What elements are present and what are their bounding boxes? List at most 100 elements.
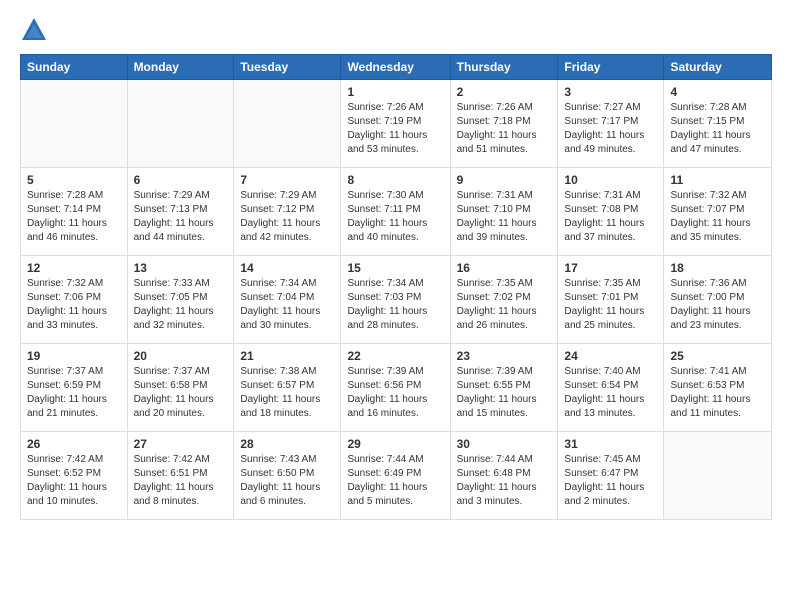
day-cell: 25 Sunrise: 7:41 AM Sunset: 6:53 PM Dayli… [664,344,772,432]
day-cell: 22Sunrise: 7:39 AM Sunset: 6:56 PM Dayli… [341,344,450,432]
day-cell: 18 Sunrise: 7:36 AM Sunset: 7:00 PM Dayli… [664,256,772,344]
day-info: Sunrise: 7:29 AM Sunset: 7:13 PM Dayligh… [134,189,228,245]
day-number: 24 [564,349,657,363]
logo [20,16,52,44]
week-row-3: 12 Sunrise: 7:32 AM Sunset: 7:06 PM Dayli… [21,256,772,344]
day-cell: 29 Sunrise: 7:44 AM Sunset: 6:49 PM Dayli… [341,432,450,520]
day-info: Sunrise: 7:30 AM Sunset: 7:11 PM Dayligh… [347,189,443,245]
day-info: Sunrise: 7:36 AM Sunset: 7:00 PM Dayligh… [670,277,765,333]
header-cell-tuesday: Tuesday [234,55,341,80]
day-info: Sunrise: 7:33 AM Sunset: 7:05 PM Dayligh… [134,277,228,333]
header-cell-saturday: Saturday [664,55,772,80]
day-number: 12 [27,261,121,275]
day-number: 26 [27,437,121,451]
day-number: 13 [134,261,228,275]
calendar-body: 1 Sunrise: 7:26 AM Sunset: 7:19 PM Daylig… [21,80,772,520]
day-number: 10 [564,173,657,187]
page: SundayMondayTuesdayWednesdayThursdayFrid… [0,0,792,540]
day-number: 9 [457,173,552,187]
day-number: 19 [27,349,121,363]
day-info: Sunrise: 7:41 AM Sunset: 6:53 PM Dayligh… [670,365,765,421]
day-number: 20 [134,349,228,363]
day-number: 29 [347,437,443,451]
day-info: Sunrise: 7:44 AM Sunset: 6:48 PM Dayligh… [457,453,552,509]
day-cell: 7Sunrise: 7:29 AM Sunset: 7:12 PM Daylig… [234,168,341,256]
day-number: 7 [240,173,334,187]
day-info: Sunrise: 7:28 AM Sunset: 7:14 PM Dayligh… [27,189,121,245]
calendar-table: SundayMondayTuesdayWednesdayThursdayFrid… [20,54,772,520]
day-info: Sunrise: 7:34 AM Sunset: 7:04 PM Dayligh… [240,277,334,333]
day-number: 28 [240,437,334,451]
day-cell: 20Sunrise: 7:37 AM Sunset: 6:58 PM Dayli… [127,344,234,432]
day-cell [127,80,234,168]
week-row-5: 26 Sunrise: 7:42 AM Sunset: 6:52 PM Dayli… [21,432,772,520]
header-cell-thursday: Thursday [450,55,558,80]
day-cell: 31Sunrise: 7:45 AM Sunset: 6:47 PM Dayli… [558,432,664,520]
day-cell: 8 Sunrise: 7:30 AM Sunset: 7:11 PM Daylig… [341,168,450,256]
day-info: Sunrise: 7:32 AM Sunset: 7:06 PM Dayligh… [27,277,121,333]
day-cell: 17Sunrise: 7:35 AM Sunset: 7:01 PM Dayli… [558,256,664,344]
day-info: Sunrise: 7:34 AM Sunset: 7:03 PM Dayligh… [347,277,443,333]
day-cell: 6 Sunrise: 7:29 AM Sunset: 7:13 PM Daylig… [127,168,234,256]
day-info: Sunrise: 7:39 AM Sunset: 6:56 PM Dayligh… [347,365,443,421]
day-info: Sunrise: 7:42 AM Sunset: 6:52 PM Dayligh… [27,453,121,509]
day-number: 16 [457,261,552,275]
day-cell: 9Sunrise: 7:31 AM Sunset: 7:10 PM Daylig… [450,168,558,256]
day-cell: 1 Sunrise: 7:26 AM Sunset: 7:19 PM Daylig… [341,80,450,168]
day-cell: 4 Sunrise: 7:28 AM Sunset: 7:15 PM Daylig… [664,80,772,168]
day-number: 15 [347,261,443,275]
day-number: 8 [347,173,443,187]
day-number: 1 [347,85,443,99]
day-cell [664,432,772,520]
logo-icon [20,16,48,44]
day-cell: 2Sunrise: 7:26 AM Sunset: 7:18 PM Daylig… [450,80,558,168]
day-cell: 24 Sunrise: 7:40 AM Sunset: 6:54 PM Dayli… [558,344,664,432]
day-cell [21,80,128,168]
day-cell: 3Sunrise: 7:27 AM Sunset: 7:17 PM Daylig… [558,80,664,168]
day-number: 25 [670,349,765,363]
week-row-2: 5Sunrise: 7:28 AM Sunset: 7:14 PM Daylig… [21,168,772,256]
day-number: 21 [240,349,334,363]
day-info: Sunrise: 7:39 AM Sunset: 6:55 PM Dayligh… [457,365,552,421]
day-cell: 15 Sunrise: 7:34 AM Sunset: 7:03 PM Dayli… [341,256,450,344]
day-info: Sunrise: 7:40 AM Sunset: 6:54 PM Dayligh… [564,365,657,421]
day-info: Sunrise: 7:42 AM Sunset: 6:51 PM Dayligh… [134,453,228,509]
day-cell: 5Sunrise: 7:28 AM Sunset: 7:14 PM Daylig… [21,168,128,256]
week-row-4: 19 Sunrise: 7:37 AM Sunset: 6:59 PM Dayli… [21,344,772,432]
day-info: Sunrise: 7:43 AM Sunset: 6:50 PM Dayligh… [240,453,334,509]
day-number: 6 [134,173,228,187]
day-info: Sunrise: 7:44 AM Sunset: 6:49 PM Dayligh… [347,453,443,509]
day-number: 3 [564,85,657,99]
header-cell-sunday: Sunday [21,55,128,80]
day-cell: 23Sunrise: 7:39 AM Sunset: 6:55 PM Dayli… [450,344,558,432]
day-number: 4 [670,85,765,99]
header-cell-monday: Monday [127,55,234,80]
day-number: 14 [240,261,334,275]
day-cell: 28 Sunrise: 7:43 AM Sunset: 6:50 PM Dayli… [234,432,341,520]
day-number: 27 [134,437,228,451]
day-cell: 10Sunrise: 7:31 AM Sunset: 7:08 PM Dayli… [558,168,664,256]
day-cell: 30 Sunrise: 7:44 AM Sunset: 6:48 PM Dayli… [450,432,558,520]
day-number: 17 [564,261,657,275]
day-cell: 27 Sunrise: 7:42 AM Sunset: 6:51 PM Dayli… [127,432,234,520]
day-number: 18 [670,261,765,275]
day-info: Sunrise: 7:26 AM Sunset: 7:19 PM Dayligh… [347,101,443,157]
day-number: 30 [457,437,552,451]
day-info: Sunrise: 7:38 AM Sunset: 6:57 PM Dayligh… [240,365,334,421]
week-row-1: 1 Sunrise: 7:26 AM Sunset: 7:19 PM Daylig… [21,80,772,168]
header-cell-wednesday: Wednesday [341,55,450,80]
day-cell: 11Sunrise: 7:32 AM Sunset: 7:07 PM Dayli… [664,168,772,256]
day-info: Sunrise: 7:45 AM Sunset: 6:47 PM Dayligh… [564,453,657,509]
day-number: 2 [457,85,552,99]
day-number: 11 [670,173,765,187]
day-info: Sunrise: 7:37 AM Sunset: 6:59 PM Dayligh… [27,365,121,421]
day-cell: 12 Sunrise: 7:32 AM Sunset: 7:06 PM Dayli… [21,256,128,344]
day-cell: 19 Sunrise: 7:37 AM Sunset: 6:59 PM Dayli… [21,344,128,432]
header [20,16,772,44]
day-cell: 21 Sunrise: 7:38 AM Sunset: 6:57 PM Dayli… [234,344,341,432]
day-cell: 26 Sunrise: 7:42 AM Sunset: 6:52 PM Dayli… [21,432,128,520]
header-cell-friday: Friday [558,55,664,80]
day-info: Sunrise: 7:28 AM Sunset: 7:15 PM Dayligh… [670,101,765,157]
day-cell: 13 Sunrise: 7:33 AM Sunset: 7:05 PM Dayli… [127,256,234,344]
day-info: Sunrise: 7:35 AM Sunset: 7:02 PM Dayligh… [457,277,552,333]
